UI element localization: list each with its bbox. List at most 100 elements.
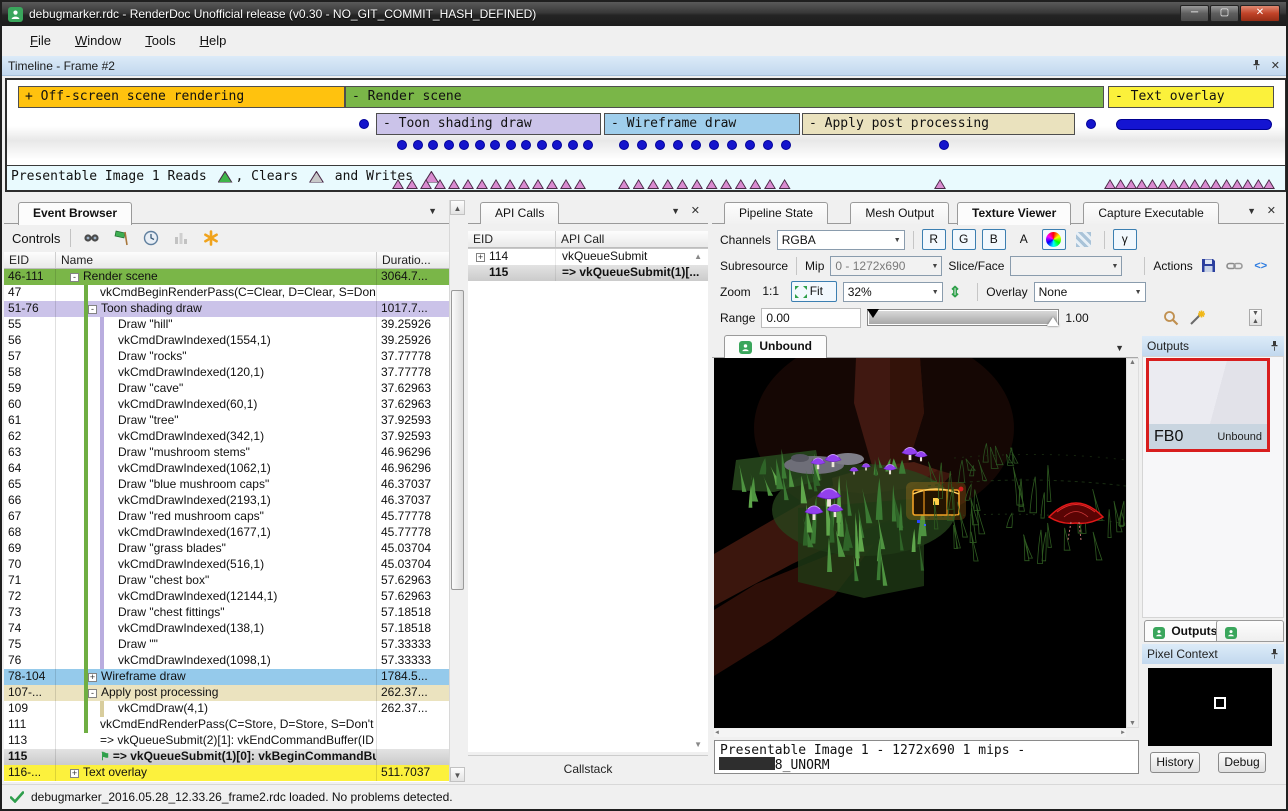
alpha-checker-button[interactable]: [1072, 229, 1096, 250]
event-row[interactable]: 46-111-Render scene3064.7...: [4, 269, 449, 285]
event-row[interactable]: 72vkCmdDrawIndexed(12144,1)57.62963: [4, 589, 449, 605]
pin-icon[interactable]: [1252, 60, 1261, 71]
close-icon[interactable]: ✕: [1271, 59, 1280, 72]
scroll-down-icon[interactable]: ▼: [694, 740, 702, 749]
event-row[interactable]: 73Draw "chest fittings"57.18518: [4, 605, 449, 621]
zoom-level-select[interactable]: 32%▼: [843, 282, 943, 302]
event-row[interactable]: 47vkCmdBeginRenderPass(C=Clear, D=Clear,…: [4, 285, 449, 301]
slice-face-select[interactable]: ▼: [1010, 256, 1122, 276]
texture-horizontal-scrollbar[interactable]: ◄►: [714, 729, 1126, 737]
mip-select[interactable]: 0 - 1272x690▼: [830, 256, 942, 276]
timeline-marker-bar[interactable]: + Off-screen scene rendering: [18, 86, 345, 108]
menu-help[interactable]: Help: [188, 29, 239, 52]
timeline-marker-bar[interactable]: - Toon shading draw: [376, 113, 601, 135]
event-row[interactable]: 59Draw "cave"37.62963: [4, 381, 449, 397]
tab-texture-viewer[interactable]: Texture Viewer: [957, 202, 1071, 225]
api-call-row[interactable]: +114vkQueueSubmit: [468, 249, 708, 265]
event-row[interactable]: 68vkCmdDrawIndexed(1677,1)45.77778: [4, 525, 449, 541]
event-row[interactable]: 74vkCmdDrawIndexed(138,1)57.18518: [4, 621, 449, 637]
pixel-context-view[interactable]: [1148, 668, 1272, 746]
panel-menu-icon[interactable]: ▼: [1247, 206, 1256, 216]
minimize-button[interactable]: ─: [1180, 5, 1209, 22]
scroll-up-icon[interactable]: ▲: [694, 252, 702, 261]
texture-display[interactable]: [714, 358, 1126, 728]
custom-action-icon[interactable]: [201, 228, 221, 248]
timeline-marker-bar[interactable]: - Wireframe draw: [604, 113, 800, 135]
event-row[interactable]: 116-...+Text overlay511.7037: [4, 765, 449, 781]
event-row[interactable]: 71Draw "chest box"57.62963: [4, 573, 449, 589]
range-white-handle[interactable]: [1047, 317, 1059, 326]
channel-blue-button[interactable]: B: [982, 229, 1006, 250]
event-row[interactable]: 70vkCmdDrawIndexed(516,1)45.03704: [4, 557, 449, 573]
tab-event-browser[interactable]: Event Browser: [18, 202, 132, 225]
maximize-button[interactable]: ▢: [1210, 5, 1239, 22]
panel-menu-icon[interactable]: ▼: [671, 206, 680, 216]
event-row[interactable]: 60vkCmdDrawIndexed(60,1)37.62963: [4, 397, 449, 413]
find-icon[interactable]: [81, 228, 101, 248]
toolbar-overflow-button[interactable]: ▼▲: [1249, 309, 1262, 326]
texture-vertical-scrollbar[interactable]: ▲ ▼: [1126, 358, 1139, 728]
link-icon[interactable]: [1225, 256, 1245, 276]
timeline-marker-bar[interactable]: - Apply post processing: [802, 113, 1075, 135]
time-duration-icon[interactable]: [141, 228, 161, 248]
menu-window[interactable]: Window: [63, 29, 133, 52]
event-browser-scrollbar[interactable]: ▲ ▼: [449, 200, 465, 782]
zoom-fit-button[interactable]: Fit: [791, 281, 837, 302]
event-row[interactable]: 57Draw "rocks"37.77778: [4, 349, 449, 365]
event-row[interactable]: 69Draw "grass blades"45.03704: [4, 541, 449, 557]
tab-mesh-output[interactable]: Mesh Output: [850, 202, 949, 224]
event-row[interactable]: 107-...-Apply post processing262.37...: [4, 685, 449, 701]
tab-api-calls[interactable]: API Calls: [480, 202, 559, 224]
api-call-row[interactable]: 115=> vkQueueSubmit(1)[...: [468, 265, 708, 281]
channels-select[interactable]: RGBA▼: [777, 230, 905, 250]
panel-menu-icon[interactable]: ▼: [428, 206, 437, 216]
close-button[interactable]: ✕: [1240, 5, 1280, 22]
timeline-marker-bar[interactable]: - Render scene: [345, 86, 1104, 108]
event-row[interactable]: 67Draw "red mushroom caps"45.77778: [4, 509, 449, 525]
zoom-1to1-button[interactable]: 1:1: [757, 281, 785, 302]
callstack-section[interactable]: Callstack: [468, 755, 708, 776]
event-row[interactable]: 63Draw "mushroom stems"46.96296: [4, 445, 449, 461]
debug-button[interactable]: Debug: [1218, 752, 1266, 773]
statistics-icon[interactable]: [171, 228, 191, 248]
event-row[interactable]: 76vkCmdDrawIndexed(1098,1)57.33333: [4, 653, 449, 669]
pin-icon[interactable]: [1270, 341, 1279, 352]
range-min-input[interactable]: 0.00: [761, 308, 861, 328]
column-duration[interactable]: Duratio...: [377, 252, 449, 268]
range-black-handle[interactable]: [867, 309, 879, 318]
pin-icon[interactable]: [1270, 649, 1279, 660]
channel-red-button[interactable]: R: [922, 229, 946, 250]
tab-outputs[interactable]: Outputs: [1144, 620, 1226, 642]
event-row[interactable]: 55Draw "hill"39.25926: [4, 317, 449, 333]
event-row[interactable]: 115⚑=> vkQueueSubmit(1)[0]: vkBeginComma…: [4, 749, 449, 765]
save-icon[interactable]: [1199, 256, 1219, 276]
gamma-button[interactable]: γ: [1113, 229, 1137, 250]
timeline[interactable]: + Off-screen scene rendering- Render sce…: [5, 78, 1287, 192]
overlay-select[interactable]: None▼: [1034, 282, 1146, 302]
event-row[interactable]: 51-76-Toon shading draw1017.7...: [4, 301, 449, 317]
timeline-marker-bar[interactable]: - Text overlay: [1108, 86, 1274, 108]
texture-list-dropdown-icon[interactable]: ▼: [1115, 343, 1124, 353]
panel-close-icon[interactable]: ✕: [1267, 204, 1276, 217]
history-button[interactable]: History: [1150, 752, 1200, 773]
channel-alpha-button[interactable]: A: [1012, 229, 1036, 250]
column-api-call[interactable]: API Call: [556, 231, 708, 247]
bookmark-flag-icon[interactable]: [111, 228, 131, 248]
range-wand-icon[interactable]: [1187, 308, 1207, 328]
menu-tools[interactable]: Tools: [133, 29, 187, 52]
event-row[interactable]: 65Draw "blue mushroom caps"46.37037: [4, 477, 449, 493]
output-fb0-thumbnail[interactable]: FB0 Unbound: [1146, 358, 1270, 452]
color-wheel-button[interactable]: [1042, 229, 1066, 250]
event-row[interactable]: 109vkCmdDraw(4,1)262.37...: [4, 701, 449, 717]
event-row[interactable]: 56vkCmdDrawIndexed(1554,1)39.25926: [4, 333, 449, 349]
tab-inputs[interactable]: Inputs: [1216, 620, 1284, 642]
open-in-code-icon[interactable]: <>: [1251, 256, 1271, 276]
column-eid[interactable]: EID: [4, 252, 56, 268]
tab-pipeline-state[interactable]: Pipeline State: [724, 202, 828, 224]
tab-capture-executable[interactable]: Capture Executable: [1083, 202, 1218, 224]
range-slider[interactable]: [867, 309, 1059, 326]
event-row[interactable]: 58vkCmdDrawIndexed(120,1)37.77778: [4, 365, 449, 381]
range-max-value[interactable]: 1.00: [1065, 311, 1088, 325]
event-row[interactable]: 113=> vkQueueSubmit(2)[1]: vkEndCommandB…: [4, 733, 449, 749]
menu-file[interactable]: File: [18, 29, 63, 52]
